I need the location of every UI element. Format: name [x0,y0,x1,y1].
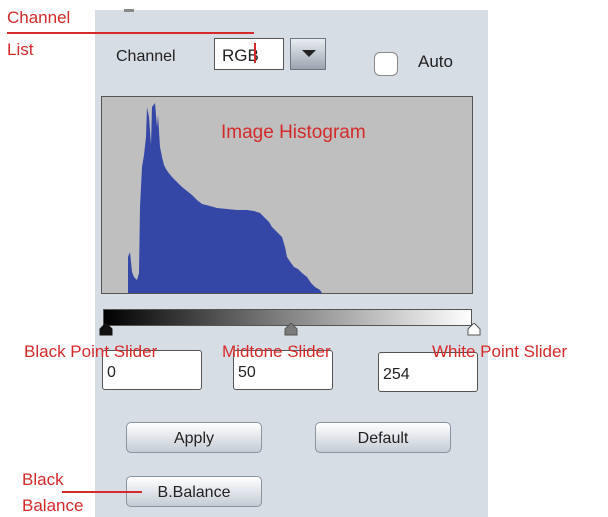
annotation-black-balance-line2: Balance [22,496,84,515]
midtone-slider[interactable] [284,323,298,337]
channel-dropdown-button[interactable] [290,38,326,70]
midtone-value: 50 [238,364,256,381]
annotation-channel-pointer [7,32,254,34]
annotation-white-point-slider: White Point Slider [432,342,568,361]
bbalance-button[interactable]: B.Balance [126,476,262,507]
auto-label: Auto [418,52,453,71]
apply-button[interactable]: Apply [126,422,262,453]
annotation-black-point-slider: Black Point Slider [24,342,158,361]
channel-marker-line [254,43,256,63]
annotation-image-histogram: Image Histogram [221,122,366,143]
channel-label: Channel [116,48,176,65]
white-point-slider[interactable] [467,323,481,337]
black-point-slider[interactable] [99,323,113,337]
annotation-midtone-slider: Midtone Slider [222,342,331,361]
annotation-black-balance-line1: Black [22,470,64,489]
channel-select[interactable]: RGB [214,38,284,70]
annotation-channel-list-line1: Channel [7,8,71,27]
annotation-black-balance-pointer [62,491,142,493]
black-point-value: 0 [107,364,116,381]
panel-top-mark [124,9,134,12]
chevron-down-icon [302,50,316,57]
auto-checkbox[interactable] [374,52,398,76]
default-button[interactable]: Default [315,422,451,453]
white-point-value: 254 [383,366,410,383]
annotation-channel-list-line2: List [7,40,34,59]
